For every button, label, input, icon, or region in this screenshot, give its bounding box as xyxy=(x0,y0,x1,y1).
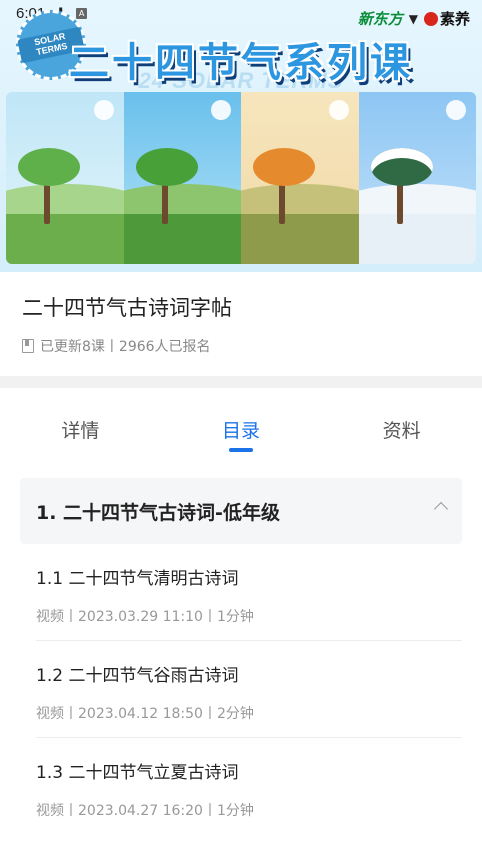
lesson-info: 视频丨2023.04.12 18:50丨2分钟 xyxy=(36,706,254,722)
chevron-up-icon[interactable] xyxy=(433,501,449,517)
bookmark-icon xyxy=(22,339,34,353)
course-meta-text: 已更新8课丨2966人已报名 xyxy=(40,339,211,355)
sun-icon xyxy=(211,100,231,120)
lesson-info: 视频丨2023.03.29 11:10丨1分钟 xyxy=(36,609,254,625)
tree-icon xyxy=(135,148,198,186)
wifi-icon: ▼ xyxy=(408,11,418,26)
course-meta: 已更新8课丨2966人已报名 xyxy=(22,336,211,356)
course-title: 二十四节气古诗词字帖 xyxy=(22,296,232,320)
section-title: 1. 二十四节气古诗词-低年级 xyxy=(36,501,280,524)
brand-logos: 新东方 ▼ 素养 xyxy=(358,8,470,29)
spring-panel xyxy=(6,92,124,264)
lesson-item[interactable]: 1.2 二十四节气谷雨古诗词 视频丨2023.04.12 18:50丨2分钟 xyxy=(36,641,462,738)
lesson-item[interactable]: 1.1 二十四节气清明古诗词 视频丨2023.03.29 11:10丨1分钟 xyxy=(36,544,462,641)
xdf-logo: 新东方 xyxy=(357,10,403,28)
tab-details[interactable]: 详情 xyxy=(0,400,161,456)
course-banner: 6:01 ⬇ A SOLAR TERMS 新东方 ▼ 素养 24 SOLAR T… xyxy=(0,0,482,272)
sun-icon xyxy=(446,100,466,120)
tree-icon xyxy=(18,148,80,186)
winter-panel xyxy=(358,92,476,264)
tab-bar: 详情 目录 资料 xyxy=(0,400,482,456)
lesson-info: 视频丨2023.04.27 16:20丨1分钟 xyxy=(36,803,254,819)
tree-icon xyxy=(370,148,433,186)
lesson-title: 1.3 二十四节气立夏古诗词 xyxy=(36,763,239,783)
summer-panel xyxy=(123,92,241,264)
suyang-logo-mark xyxy=(423,11,438,26)
lesson-title: 1.1 二十四节气清明古诗词 xyxy=(36,569,239,589)
autumn-panel xyxy=(241,92,359,264)
lesson-item[interactable]: 1.3 二十四节气立夏古诗词 视频丨2023.04.27 16:20丨1分钟 xyxy=(36,738,462,835)
sun-icon xyxy=(93,100,114,120)
tab-materials[interactable]: 资料 xyxy=(321,400,482,456)
a-icon: A xyxy=(76,7,88,19)
tab-catalog[interactable]: 目录 xyxy=(161,400,322,456)
tree-icon xyxy=(253,148,315,186)
banner-title: 二十四节气系列课 xyxy=(69,40,413,86)
season-panels xyxy=(6,92,476,264)
lesson-title: 1.2 二十四节气谷雨古诗词 xyxy=(36,666,239,686)
suyang-logo: 素养 xyxy=(423,8,470,29)
sun-icon xyxy=(328,100,349,120)
section-separator xyxy=(0,376,482,388)
catalog-section-header[interactable]: 1. 二十四节气古诗词-低年级 xyxy=(20,478,462,544)
suyang-logo-text: 素养 xyxy=(439,10,470,28)
